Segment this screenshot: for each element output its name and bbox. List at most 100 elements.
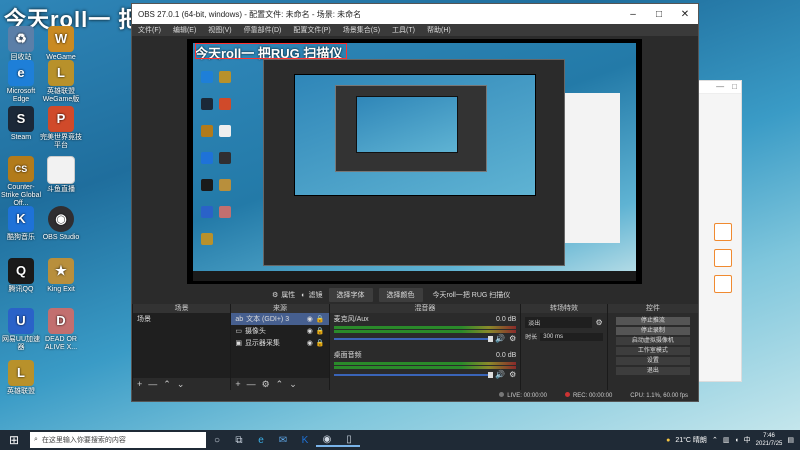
captured-desktop: 今天roll一 把RUG 扫描仪 (193, 43, 636, 281)
task-view-icon[interactable]: ⧉ (228, 435, 250, 446)
close-button[interactable]: ✕ (672, 9, 698, 20)
ime-icon[interactable]: 中 (744, 435, 751, 445)
lock-icon[interactable]: 🔒 (316, 315, 325, 323)
maximize-icon[interactable]: □ (732, 81, 737, 93)
remove-icon[interactable]: — (148, 379, 157, 389)
volume-slider[interactable] (333, 335, 493, 342)
add-icon[interactable]: + (137, 379, 142, 389)
menu-profile[interactable]: 配置文件(P) (293, 25, 330, 35)
desktop-icon-douyu[interactable]: 斗鱼直播 (40, 156, 82, 194)
start-virtual-camera-button[interactable]: 启动虚拟摄像机 (615, 337, 690, 345)
source-item[interactable]: ab 文本 (GDI+) 3 ◉ 🔒 (231, 313, 329, 325)
document-icon[interactable]: ▯ (338, 434, 360, 447)
menu-docks[interactable]: 停靠部件(D) (244, 25, 282, 35)
desktop-icon-perfect-world[interactable]: P 完美世界竞技平台 (40, 106, 82, 150)
captured-pw-icon (219, 98, 231, 110)
desktop-icon-recycle-bin[interactable]: ♻ 回收站 (0, 26, 42, 62)
menu-file[interactable]: 文件(F) (138, 25, 161, 35)
desktop-icon-lol-wegame[interactable]: L 英雄联盟 WeGame版 (40, 60, 82, 104)
edge-icon: e (8, 60, 34, 86)
source-item[interactable]: ▭ 摄像头 ◉ 🔒 (231, 325, 328, 337)
move-down-icon[interactable]: ⌄ (177, 379, 185, 390)
source-item[interactable]: ▣ 显示器采集 ◉ 🔒 (231, 337, 328, 349)
desktop-icon-qq[interactable]: Q 腾讯QQ (0, 258, 42, 294)
notification-icon[interactable]: ▤ (787, 436, 794, 444)
clock-date: 2021/7/25 (755, 441, 783, 447)
weather-text[interactable]: 21°C 晴朗 (675, 435, 707, 445)
add-icon[interactable]: + (235, 379, 240, 389)
desktop-icon-steam[interactable]: S Steam (0, 106, 42, 142)
desktop-icon-uu[interactable]: U 网易UU加速器 (0, 308, 42, 352)
scenes-dock: 场景 场景 + — ⌃ ⌄ (132, 304, 231, 390)
network-icon[interactable]: ▥ (723, 436, 730, 444)
settings-button[interactable]: 设置 (615, 357, 690, 365)
select-font-button[interactable]: 选择字体 (328, 288, 373, 302)
taskbar-search-box[interactable]: ⌕ 在这里输入你要搜索的内容 (30, 432, 206, 448)
desktop-icon-edge[interactable]: e Microsoft Edge (0, 60, 42, 104)
desktop-icon-doa[interactable]: D DEAD OR ALIVE X... (40, 308, 82, 352)
gear-icon[interactable]: ⚙ (509, 334, 516, 343)
transition-select[interactable]: 淡出 (525, 317, 593, 328)
camera-icon: ▭ (235, 328, 242, 335)
gear-icon[interactable]: ⚙ (595, 318, 602, 327)
eye-icon[interactable]: ◉ (307, 327, 313, 335)
speaker-icon[interactable]: ◖ (734, 437, 738, 444)
minimize-icon[interactable]: — (716, 81, 724, 93)
channel-name: 桌面音频 (333, 352, 362, 359)
desktop-icon-lol[interactable]: L 英雄联盟 (0, 360, 42, 396)
captured-kugou-icon (201, 152, 213, 164)
volume-slider[interactable] (333, 371, 493, 378)
cortana-icon[interactable]: ○ (206, 435, 228, 446)
move-up-icon[interactable]: ⌃ (276, 379, 284, 390)
taskbar-clock[interactable]: 7:46 2021/7/25 (756, 432, 783, 448)
kugou-icon[interactable]: K (294, 435, 316, 446)
move-down-icon[interactable]: ⌄ (289, 379, 297, 390)
speaker-icon[interactable]: 🔊 (495, 370, 505, 379)
desktop-icon-wegame[interactable]: W WeGame (40, 26, 82, 62)
lock-icon[interactable]: 🔒 (316, 327, 325, 335)
desktop-icon-king-exit[interactable]: ★ King Exit (40, 258, 82, 294)
cpu-status: CPU: 1.1%, 60.00 fps (630, 392, 688, 399)
move-up-icon[interactable]: ⌃ (163, 379, 171, 390)
windows-start-icon[interactable]: ⊞ (0, 433, 28, 447)
side-tool-icon[interactable] (714, 223, 732, 241)
select-color-button[interactable]: 选择颜色 (378, 288, 423, 302)
desktop-icon-obs[interactable]: ◉ OBS Studio (40, 206, 82, 242)
home-icon[interactable] (714, 249, 732, 267)
eye-icon[interactable]: ◉ (307, 315, 313, 323)
speaker-icon[interactable]: 🔊 (495, 334, 505, 343)
share-icon[interactable] (714, 275, 732, 293)
menu-scene-collection[interactable]: 场景集合(S) (343, 25, 380, 35)
obs-icon[interactable]: ◉ (316, 434, 338, 447)
menu-tools[interactable]: 工具(T) (392, 25, 415, 35)
remove-icon[interactable]: — (247, 379, 256, 389)
text-source-preview: 今天roll一把 RUG 扫描仪 (432, 292, 511, 299)
captured-file-icon (219, 125, 231, 137)
eye-icon[interactable]: ◉ (307, 339, 313, 347)
lock-icon[interactable]: 🔒 (316, 339, 325, 347)
mail-icon[interactable]: ✉ (272, 435, 294, 446)
exit-button[interactable]: 退出 (615, 367, 690, 375)
obs-preview-canvas[interactable]: 今天roll一 把RUG 扫描仪 (187, 39, 642, 284)
menu-view[interactable]: 视图(V) (208, 25, 231, 35)
desktop-icon-kugou[interactable]: K 酷狗音乐 (0, 206, 42, 242)
desktop-icon-csgo[interactable]: CS Counter-Strike Global Off... (0, 156, 42, 208)
properties-button[interactable]: 属性 (281, 290, 295, 300)
gear-icon[interactable]: ⚙ (262, 379, 270, 390)
edge-icon[interactable]: e (250, 435, 272, 446)
chevron-up-icon[interactable]: ⌃ (712, 436, 718, 444)
maximize-button[interactable]: □ (646, 9, 672, 20)
menu-edit[interactable]: 编辑(E) (173, 25, 196, 35)
gear-icon[interactable]: ⚙ (509, 370, 516, 379)
duration-input[interactable]: 300 ms (540, 332, 603, 341)
menu-help[interactable]: 帮助(H) (427, 25, 451, 35)
stop-streaming-button[interactable]: 停止推流 (615, 317, 690, 325)
studio-mode-button[interactable]: 工作室模式 (615, 347, 690, 355)
scene-item[interactable]: 场景 (133, 313, 230, 325)
sources-dock-header: 来源 (231, 304, 329, 313)
filters-button[interactable]: 滤镜 (309, 290, 323, 300)
stop-recording-button[interactable]: 停止录制 (615, 327, 690, 335)
obs-window[interactable]: OBS 27.0.1 (64-bit, windows) - 配置文件: 未命名… (131, 3, 699, 402)
captured-steam-icon (201, 98, 213, 110)
minimize-button[interactable]: – (620, 9, 646, 20)
